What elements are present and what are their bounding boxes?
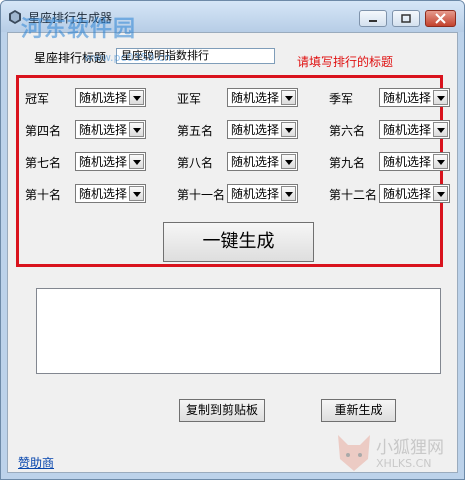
rank-label: 第九名 bbox=[329, 156, 366, 170]
dropdown-arrow-icon[interactable] bbox=[281, 122, 296, 137]
rank-select-value: 随机选择 bbox=[383, 155, 432, 169]
dropdown-arrow-icon[interactable] bbox=[129, 90, 144, 105]
rank-label: 第四名 bbox=[25, 124, 62, 138]
dropdown-arrow-icon[interactable] bbox=[129, 122, 144, 137]
fox-icon bbox=[338, 435, 370, 471]
rank-select[interactable]: 随机选择 bbox=[379, 88, 450, 107]
app-window: 星座排行生成器 星座排行标题 星座聪明指数排行 请填写排行的标题 冠军 随机选择亚… bbox=[0, 0, 465, 480]
rank-label: 第十一名 bbox=[177, 188, 226, 202]
rank-select[interactable]: 随机选择 bbox=[75, 88, 146, 107]
rank-label: 第十名 bbox=[25, 188, 62, 202]
rank-label: 第六名 bbox=[329, 124, 366, 138]
rank-select-value: 随机选择 bbox=[79, 123, 128, 137]
rank-select[interactable]: 随机选择 bbox=[379, 152, 450, 171]
watermark-corner-logo: 小狐狸网 XHLKS.CN bbox=[334, 429, 464, 479]
title-hint: 请填写排行的标题 bbox=[297, 55, 394, 69]
rank-label: 第七名 bbox=[25, 156, 62, 170]
sponsor-link[interactable]: 赞助商 bbox=[18, 454, 54, 471]
dropdown-arrow-icon[interactable] bbox=[433, 186, 448, 201]
dropdown-arrow-icon[interactable] bbox=[281, 186, 296, 201]
rank-select-value: 随机选择 bbox=[79, 155, 128, 169]
regenerate-button[interactable]: 重新生成 bbox=[321, 399, 396, 422]
copy-to-clipboard-button[interactable]: 复制到剪贴板 bbox=[179, 399, 265, 422]
rank-select-value: 随机选择 bbox=[79, 91, 128, 105]
rank-select[interactable]: 随机选择 bbox=[227, 184, 298, 203]
dropdown-arrow-icon[interactable] bbox=[433, 122, 448, 137]
minimize-icon bbox=[369, 20, 377, 22]
dropdown-arrow-icon[interactable] bbox=[129, 186, 144, 201]
rank-select[interactable]: 随机选择 bbox=[227, 152, 298, 171]
rank-label: 第十二名 bbox=[329, 188, 378, 202]
rank-select[interactable]: 随机选择 bbox=[227, 88, 298, 107]
dropdown-arrow-icon[interactable] bbox=[433, 90, 448, 105]
rank-select-value: 随机选择 bbox=[231, 123, 280, 137]
dropdown-arrow-icon[interactable] bbox=[281, 90, 296, 105]
maximize-icon bbox=[401, 14, 411, 23]
rank-select[interactable]: 随机选择 bbox=[379, 120, 450, 139]
rank-select[interactable]: 随机选择 bbox=[75, 184, 146, 203]
rank-select-value: 随机选择 bbox=[383, 123, 432, 137]
rank-label: 第八名 bbox=[177, 156, 214, 170]
rank-select-value: 随机选择 bbox=[383, 187, 432, 201]
watermark-corner-url: XHLKS.CN bbox=[376, 457, 432, 470]
app-icon bbox=[9, 10, 21, 24]
minimize-button[interactable] bbox=[359, 10, 387, 27]
close-icon bbox=[435, 13, 446, 24]
dropdown-arrow-icon[interactable] bbox=[281, 154, 296, 169]
rank-select[interactable]: 随机选择 bbox=[75, 152, 146, 171]
rank-label: 季军 bbox=[329, 92, 354, 106]
watermark-corner-brand: 小狐狸网 bbox=[376, 438, 444, 458]
rank-label: 第五名 bbox=[177, 124, 214, 138]
rank-select-value: 随机选择 bbox=[383, 91, 432, 105]
rank-select[interactable]: 随机选择 bbox=[75, 120, 146, 139]
rank-select-value: 随机选择 bbox=[231, 155, 280, 169]
maximize-button[interactable] bbox=[392, 10, 420, 27]
generate-button[interactable]: 一键生成 bbox=[163, 222, 314, 262]
rank-select-value: 随机选择 bbox=[231, 91, 280, 105]
dropdown-arrow-icon[interactable] bbox=[129, 154, 144, 169]
close-button[interactable] bbox=[425, 10, 456, 27]
rank-select[interactable]: 随机选择 bbox=[379, 184, 450, 203]
watermark-site-name: 河东软件园 bbox=[21, 17, 137, 42]
rank-select-value: 随机选择 bbox=[79, 187, 128, 201]
output-textarea[interactable] bbox=[36, 288, 441, 374]
watermark-site-url: www.pc0359.cn bbox=[84, 51, 172, 64]
client-area: 星座排行标题 星座聪明指数排行 请填写排行的标题 冠军 随机选择 亚军 随机选择 季军随… bbox=[7, 32, 458, 473]
rank-label: 冠军 bbox=[25, 92, 50, 106]
rank-label: 亚军 bbox=[177, 92, 202, 106]
dropdown-arrow-icon[interactable] bbox=[433, 154, 448, 169]
rank-select[interactable]: 随机选择 bbox=[227, 120, 298, 139]
rank-select-value: 随机选择 bbox=[231, 187, 280, 201]
